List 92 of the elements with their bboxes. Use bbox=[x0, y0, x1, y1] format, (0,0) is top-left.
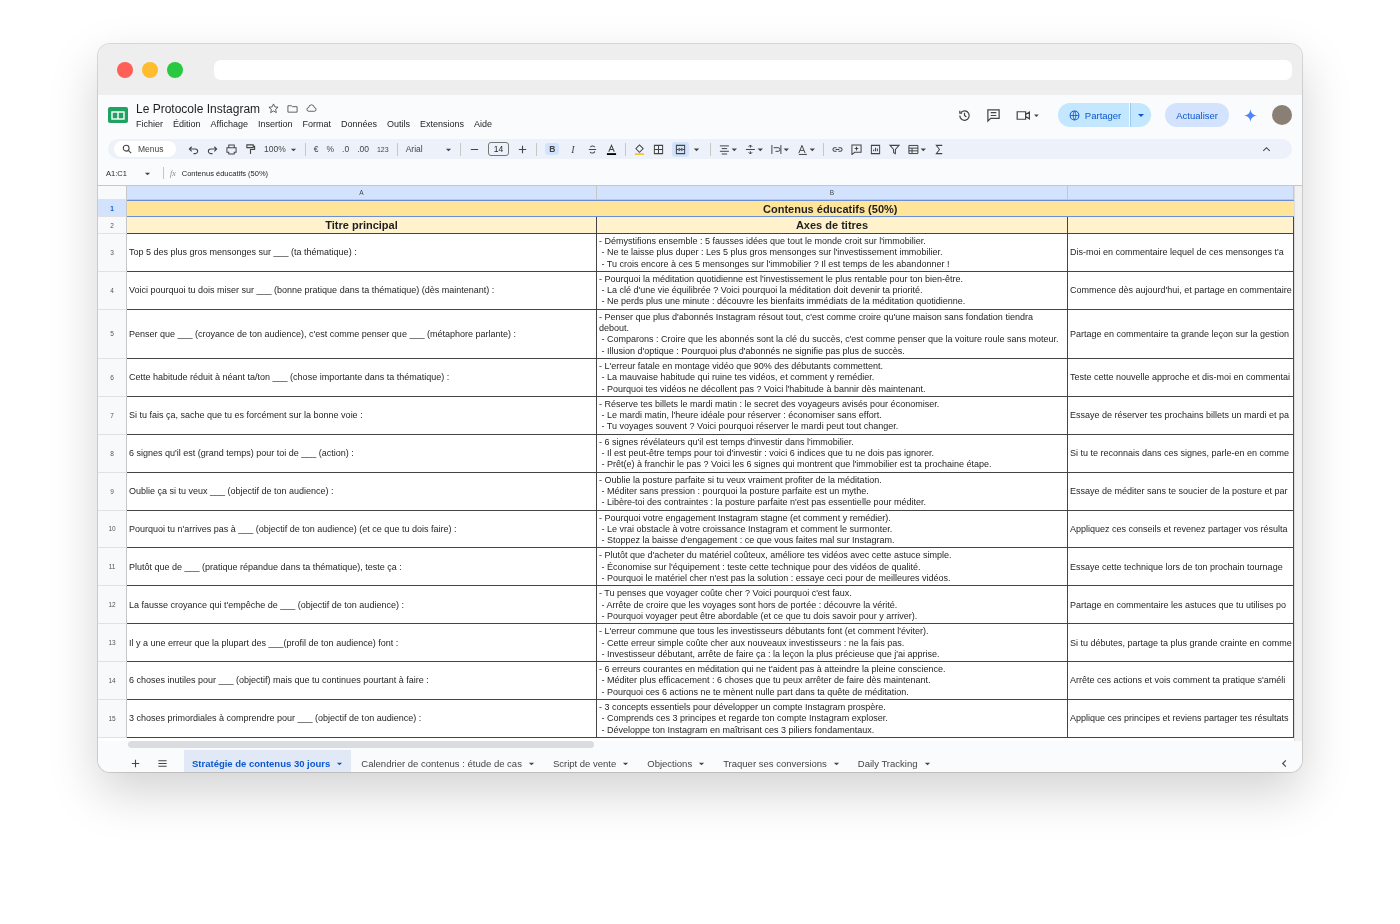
italic-button[interactable]: I bbox=[567, 142, 579, 156]
table-cell: Il y a une erreur que la plupart des ___(profil de ton audience) font : bbox=[127, 624, 597, 663]
table-cell: - L'erreur commune que tous les investisseurs débutants font (et comment l'éviter). - Cette erreur simple coûte cher aux nouveaux investisseurs : ne la fais pas. - Investisseur débutant, arrête de faire ça : la leçon la plus précieuse que j'ai apprise. bbox=[597, 624, 1068, 663]
fill-color-icon[interactable] bbox=[633, 143, 645, 155]
history-icon[interactable] bbox=[956, 107, 972, 123]
table-cell: - Penser que plus d'abonnés Instagram résout tout, c'est comme croire qu'une maison sans fondation tiendra debout. - Comparons : Croire que les abonnés sont la clé du succès, c'est comme penser que la voiture roule sans moteur. - Illusion d'optique : Pourquoi plus d'abonnés ne signifie pas plus de succès. bbox=[597, 309, 1068, 359]
share-button[interactable]: Partager bbox=[1057, 103, 1130, 127]
table-cell: - Oublie la posture parfaite si tu veux vraiment profiter de la méditation. - Méditer sans pression : pourquoi la posture parfaite est un mythe. - Libère-toi des contraintes : la posture parfaite n'est pas essentielle pour méditer. bbox=[597, 472, 1068, 511]
chart-icon[interactable] bbox=[869, 143, 881, 155]
font-select[interactable]: Arial bbox=[405, 144, 452, 154]
folder-icon[interactable] bbox=[287, 103, 299, 114]
column-heading: Axes de titres bbox=[597, 217, 1068, 234]
sheet-tab[interactable]: Objections bbox=[639, 750, 714, 772]
update-button[interactable]: Actualiser bbox=[1165, 103, 1229, 127]
table-cell: - L'erreur fatale en montage vidéo que 90% des débutants commettent. - La mauvaise habitude qui ruine tes vidéos, et comment y remédier. - Pourquoi tes vidéos ne décollent pas ? Voici l'habitude à bannir dès maintenant. bbox=[597, 358, 1068, 397]
currency-format-button[interactable]: € bbox=[313, 144, 319, 154]
menu-item[interactable]: Aide bbox=[474, 118, 493, 129]
table-icon[interactable] bbox=[907, 143, 926, 155]
table-cell: - Plutôt que d'acheter du matériel coûteux, améliore tes vidéos avec cette astuce simple. - Économise sur l'équipement : teste cette technique pour des vidéos de qualité. - Pourquoi le matériel cher n'est pas la solution : essaye ceci pour de meilleures vidéos. bbox=[597, 548, 1068, 587]
table-cell: - Pourquoi la méditation quotidienne est l'investissement le plus rentable pour ton bien-être. - La clé d'une vie équilibrée ? Voici pourquoi la méditation doit devenir ta priorité. - Ne perds plus une minute : découvre les bienfaits immédiats de la méditation quotidienne. bbox=[597, 271, 1068, 310]
bold-button[interactable]: B bbox=[545, 143, 560, 155]
menu-item[interactable]: Extensions bbox=[420, 118, 465, 129]
table-cell: 3 choses primordiales à comprendre pour ___ (objectif de ton audience) : bbox=[127, 700, 597, 738]
strikethrough-icon[interactable] bbox=[586, 143, 598, 155]
table-cell: 6 choses inutiles pour ___ (objectif) mais que tu continues pourtant à faire : bbox=[127, 662, 597, 700]
menu-item[interactable]: Données bbox=[340, 118, 377, 129]
menu-item[interactable]: Fichier bbox=[136, 118, 163, 129]
menu-icon[interactable] bbox=[157, 757, 168, 769]
spreadsheet-logo-icon[interactable] bbox=[108, 107, 128, 123]
table-cell: Top 5 des plus gros mensonges sur ___ (ta thématique) : bbox=[127, 234, 597, 272]
search-icon bbox=[122, 144, 132, 154]
increase-decimals-button[interactable]: .00 bbox=[357, 144, 369, 154]
sheet-tab[interactable]: Calendrier de contenus : étude de cas bbox=[353, 750, 543, 772]
menu-search-field[interactable]: Menus bbox=[114, 141, 176, 157]
menu-item[interactable]: Insertion bbox=[257, 118, 293, 129]
menu-item[interactable]: Outils bbox=[387, 118, 410, 129]
function-label: fx bbox=[170, 168, 176, 178]
paint-format-icon[interactable] bbox=[245, 143, 256, 155]
table-cell: - 3 concepts essentiels pour développer un compte Instagram prospère. - Comprends ces 3 principes et regarde ton compte Instagram exploser. - Développe ton Instagram en maîtrisant ces 3 piliers fondamentaux. bbox=[597, 700, 1068, 738]
table-cell: - 6 erreurs courantes en méditation qui ne t'aident pas à atteindre la pleine conscience. - Méditer plus efficacement : 6 choses que tu peux arrêter de faire dès maintenant. - Pourquoi ces 6 actions ne te mènent nulle part dans ta quête de méditation. bbox=[597, 662, 1068, 700]
text-wrap-icon[interactable] bbox=[770, 143, 789, 155]
sheet-tab[interactable]: Stratégie de contenus 30 jours bbox=[184, 750, 352, 772]
zoom-select[interactable]: 100% bbox=[264, 144, 297, 154]
table-cell: 6 signes qu'il est (grand temps) pour toi de ___ (action) : bbox=[127, 434, 597, 473]
avatar[interactable] bbox=[1272, 105, 1292, 125]
star-icon[interactable] bbox=[268, 103, 280, 114]
filter-icon[interactable] bbox=[888, 143, 900, 155]
table-cell: - Tu penses que voyager coûte cher ? Voici pourquoi c'est faux. - Arrête de croire que les voyages sont hors de portée : découvre la vérité. - Pourquoi voyager peut être abordable (et ce que tu dois savoir pour y arriver). bbox=[597, 586, 1068, 625]
sheet-tab[interactable]: Daily Tracking bbox=[849, 750, 939, 772]
vertical-align-icon[interactable] bbox=[744, 143, 763, 155]
plus-icon[interactable] bbox=[517, 143, 529, 155]
caret-icon bbox=[1137, 111, 1146, 119]
table-cell: Oublie ça si tu veux ___ (objectif de ton audience) : bbox=[127, 472, 597, 511]
text-color-icon[interactable] bbox=[605, 143, 617, 155]
table-cell: Voici pourquoi tu dois miser sur ___ (bonne pratique dans ta thématique) (dès maintenant) : bbox=[127, 271, 597, 310]
add-sheet-icon[interactable] bbox=[130, 757, 141, 769]
column-heading: Titre principal bbox=[127, 217, 597, 234]
table-cell: - Réserve tes billets le mardi matin : le secret des voyageurs avisés pour économiser. - Le mardi matin, l'heure idéale pour réserver : économiser sans effort. - Tu voyages souvent ? Voici pourquoi réserver le mardi peut tout changer. bbox=[597, 396, 1068, 435]
sparkle-icon[interactable] bbox=[1243, 107, 1258, 123]
vertical-scrollbar[interactable] bbox=[1294, 186, 1302, 741]
sheet-tab[interactable]: Traquer ses conversions bbox=[715, 750, 848, 772]
table-cell: Plutôt que de ___ (pratique répandue dans ta thématique), teste ça : bbox=[127, 548, 597, 587]
sheet-tab[interactable]: Script de vente bbox=[544, 750, 638, 772]
table-cell: Cette habitude réduit à néant ta/ton ___ (chose importante dans ta thématique) : bbox=[127, 358, 597, 397]
share-options-button[interactable] bbox=[1130, 103, 1152, 127]
decrease-decimals-button[interactable]: .0 bbox=[342, 144, 350, 154]
table-cell: Penser que ___ (croyance de ton audience), c'est comme penser que ___ (métaphore parlante) : bbox=[127, 309, 597, 359]
add-comment-icon[interactable] bbox=[850, 143, 862, 155]
merge-cells-button[interactable] bbox=[671, 141, 689, 157]
menu-item[interactable]: Édition bbox=[173, 118, 201, 129]
document-title[interactable]: Le Protocole Instagram bbox=[136, 101, 261, 116]
comment-icon[interactable] bbox=[985, 107, 1001, 123]
percent-format-button[interactable]: % bbox=[326, 144, 335, 154]
table-cell: Si tu fais ça, sache que tu es forcément sur la bonne voie : bbox=[127, 396, 597, 435]
cloud-icon[interactable] bbox=[306, 103, 318, 114]
sum-icon[interactable] bbox=[933, 143, 945, 155]
menu-item[interactable]: Affichage bbox=[210, 118, 248, 129]
table-cell: - Démystifions ensemble : 5 fausses idées que tout le monde croit sur l'immobilier. - Ne te laisse plus duper : Les 5 plus gros mensonges sur l'investissement immobilier. - Tu crois encore à ces 5 mensonges sur l'immobilier ? Il est temps de les abandonner ! bbox=[597, 234, 1068, 272]
horizontal-scrollbar[interactable] bbox=[128, 741, 594, 748]
close-button[interactable] bbox=[117, 61, 133, 78]
table-cell: Pourquoi tu n'arrives pas à ___ (objectif de ton audience) (et ce que tu dois faire) : bbox=[127, 510, 597, 549]
horizontal-align-icon[interactable] bbox=[718, 143, 737, 155]
table-cell: - 6 signes révélateurs qu'il est temps d'investir dans l'immobilier. - Il est peut-être temps pour toi d'investir : voici 6 indices que tu ne dois pas ignorer. - Prêt(e) à franchir le pas ? Voici les 6 signes qui montrent que l'immobilier est ta prochaine étape. bbox=[597, 434, 1068, 473]
print-icon[interactable] bbox=[226, 143, 237, 155]
globe-icon bbox=[1068, 109, 1080, 121]
borders-icon[interactable] bbox=[652, 143, 664, 155]
table-cell: - Pourquoi votre engagement Instagram stagne (et comment y remédier). - Le vrai obstacle à votre croissance Instagram et comment le surmonter. - Stoppez la baisse d'engagement : ce que vous faites mal sur Instagram. bbox=[597, 510, 1068, 549]
font-size-field[interactable]: 14 bbox=[487, 142, 510, 156]
table-cell: La fausse croyance qui t'empêche de ___ (objectif de ton audience) : bbox=[127, 586, 597, 625]
table-cell: Contenus éducatifs (50%) bbox=[127, 200, 1294, 217]
menu-item[interactable]: Format bbox=[302, 118, 331, 129]
text-rotation-icon[interactable] bbox=[796, 143, 815, 155]
